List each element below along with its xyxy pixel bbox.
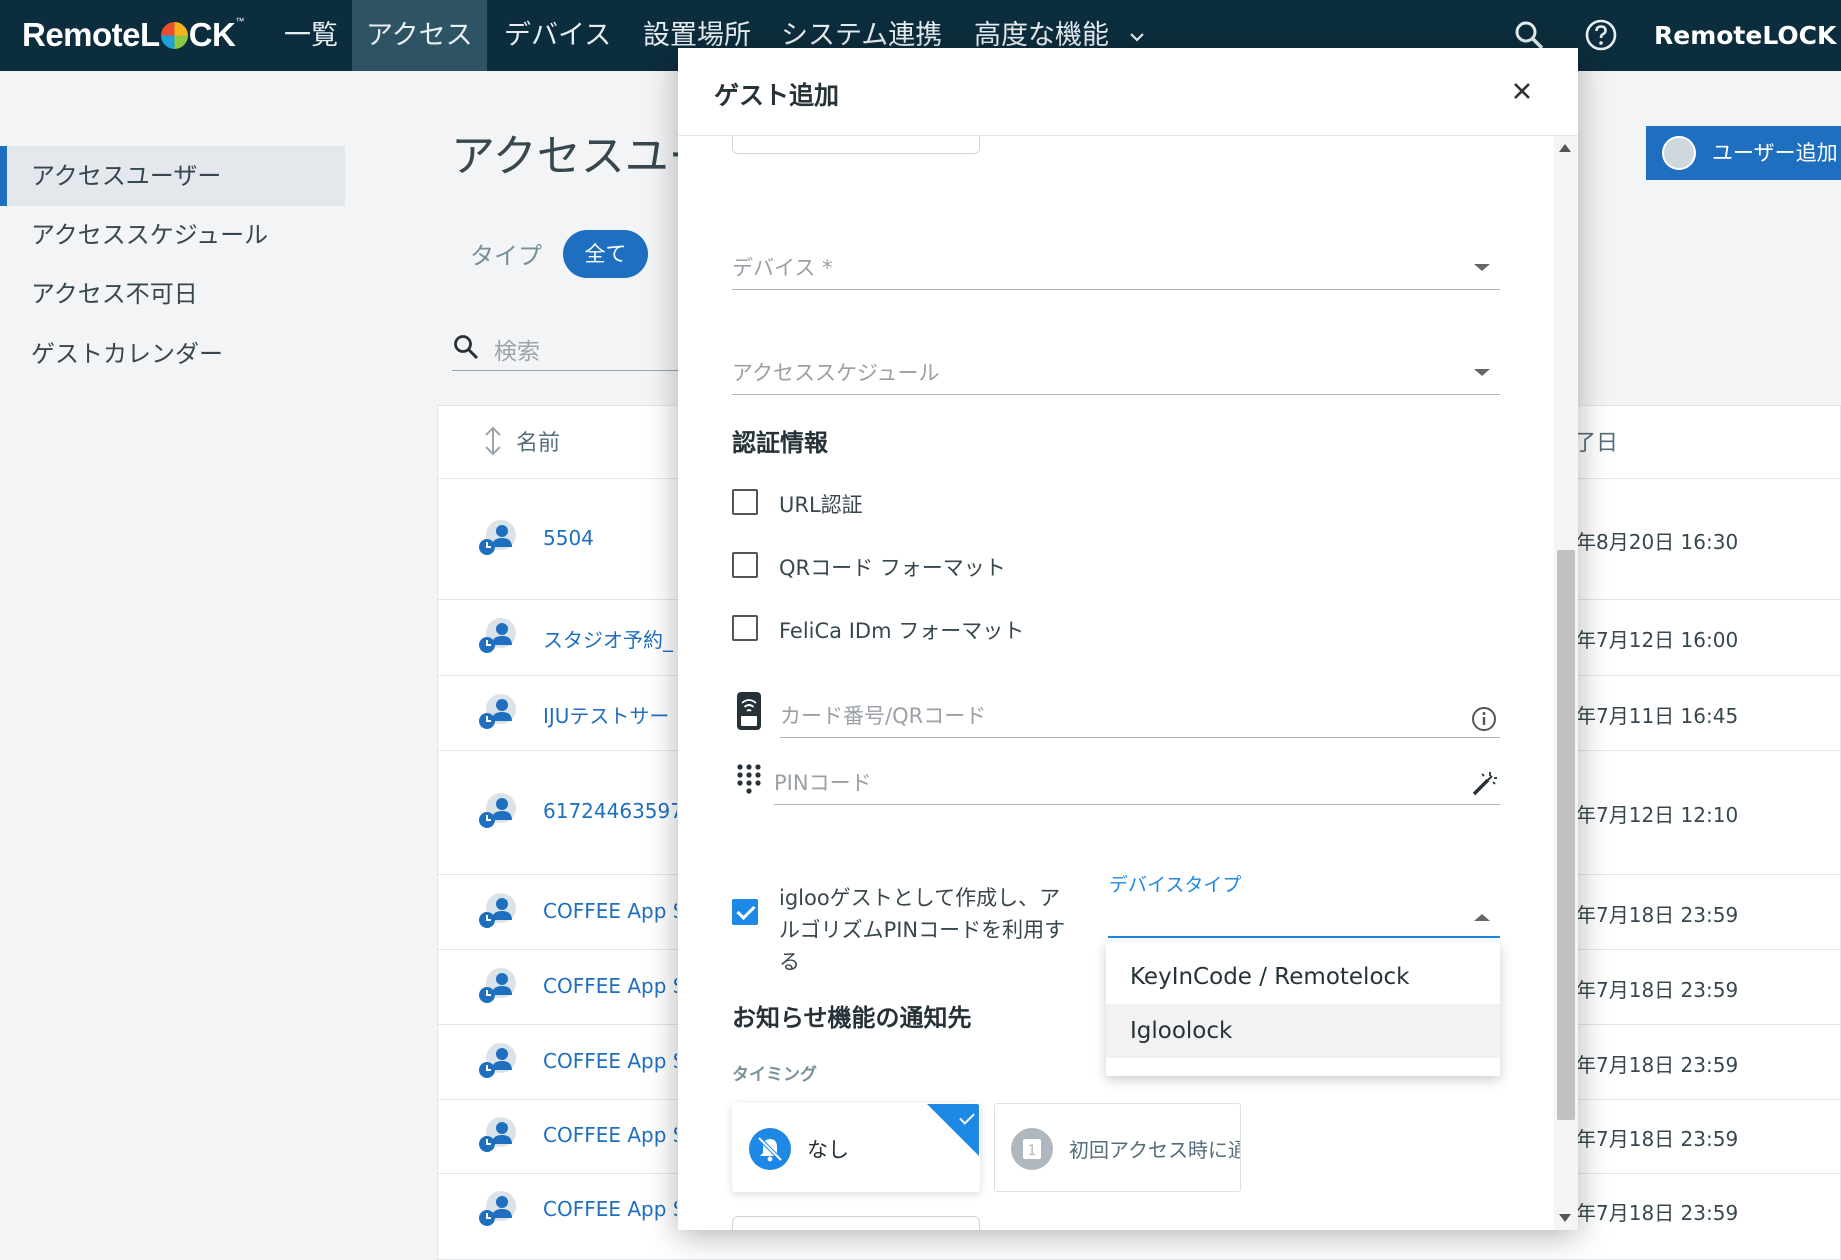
felica-format-label[interactable]: FeliCa IDm フォーマット <box>779 615 1024 645</box>
felica-format-checkbox[interactable] <box>732 615 758 641</box>
card-number-placeholder: カード番号/QRコード <box>780 704 987 728</box>
url-auth-label[interactable]: URL認証 <box>779 489 863 519</box>
keypad-icon <box>737 764 761 794</box>
device-select[interactable]: デバイス * <box>732 244 1500 290</box>
next-field-edge <box>732 1216 980 1230</box>
auth-section-title: 認証情報 <box>732 429 828 457</box>
card-number-input[interactable]: カード番号/QRコード <box>780 692 1500 738</box>
device-type-dropdown: KeyInCode / Remotelock Igloolock <box>1106 942 1500 1076</box>
device-type-select[interactable] <box>1108 896 1500 938</box>
device-type-option-igloolock[interactable]: Igloolock <box>1106 1004 1500 1058</box>
modal-scrollbar-thumb[interactable] <box>1557 550 1575 1120</box>
pin-code-input[interactable]: PINコード <box>774 759 1500 805</box>
card-reader-icon <box>737 692 761 730</box>
magic-wand-icon[interactable] <box>1468 770 1498 800</box>
timing-label: タイミング <box>732 1065 817 1085</box>
caret-down-icon <box>1474 264 1490 271</box>
device-type-label: デバイスタイプ <box>1109 874 1242 896</box>
timing-option-first-access[interactable]: 1 初回アクセス時に通知 <box>994 1103 1241 1192</box>
notifications-off-icon <box>749 1128 791 1170</box>
pin-code-placeholder: PINコード <box>774 771 872 795</box>
caret-down-icon <box>1474 369 1490 376</box>
svg-text:1: 1 <box>1028 1143 1037 1159</box>
info-icon[interactable] <box>1470 705 1498 733</box>
igloo-guest-checkbox[interactable] <box>732 899 758 925</box>
previous-field-edge <box>732 136 980 154</box>
add-guest-modal: ゲスト追加 デバイス * アクセススケジュール 認証情報 URL認証 QRコード… <box>678 48 1578 1230</box>
timing-option-first-access-label: 初回アクセス時に通知 <box>1069 1138 1240 1162</box>
qr-format-checkbox[interactable] <box>732 552 758 578</box>
first-access-icon: 1 <box>1011 1128 1053 1170</box>
igloo-guest-label[interactable]: iglooゲストとして作成し、アルゴリズムPINコードを利用する <box>779 882 1079 978</box>
timing-option-none-label: なし <box>807 1138 849 1162</box>
scroll-up-arrow-icon[interactable] <box>1559 144 1571 152</box>
device-type-option-keyincode[interactable]: KeyInCode / Remotelock <box>1106 950 1500 1004</box>
close-icon[interactable] <box>1505 74 1539 108</box>
modal-header: ゲスト追加 <box>678 48 1578 136</box>
timing-option-none[interactable]: なし <box>732 1103 980 1192</box>
caret-up-icon <box>1474 914 1490 921</box>
modal-title: ゲスト追加 <box>714 81 840 110</box>
scroll-down-arrow-icon[interactable] <box>1559 1214 1571 1222</box>
qr-format-label[interactable]: QRコード フォーマット <box>779 552 1006 582</box>
notification-section-title: お知らせ機能の通知先 <box>732 1004 972 1032</box>
device-select-label: デバイス * <box>732 256 833 280</box>
access-schedule-label: アクセススケジュール <box>732 361 940 385</box>
access-schedule-select[interactable]: アクセススケジュール <box>732 349 1500 395</box>
url-auth-checkbox[interactable] <box>732 489 758 515</box>
